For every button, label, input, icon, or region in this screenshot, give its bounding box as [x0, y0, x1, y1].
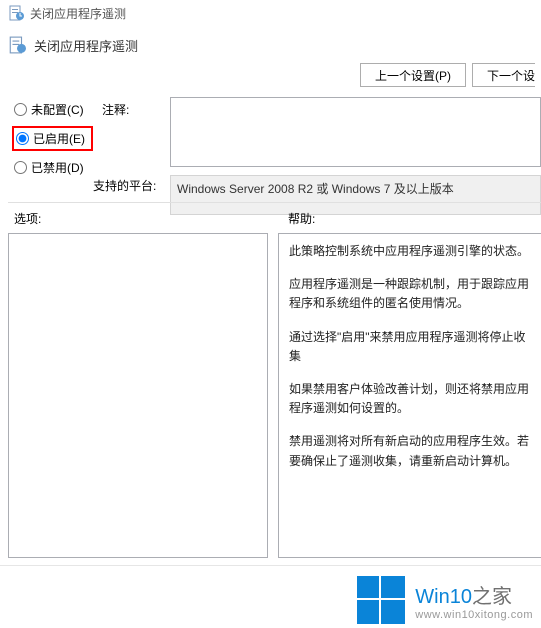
supported-box: Windows Server 2008 R2 或 Windows 7 及以上版本: [170, 175, 541, 215]
radio-disabled-input[interactable]: [14, 161, 27, 174]
supported-label: 支持的平台:: [93, 177, 156, 194]
bottom-divider: [0, 565, 541, 566]
policy-name: 关闭应用程序遥测: [34, 36, 533, 55]
help-p1: 此策略控制系统中应用程序遥测引擎的状态。: [289, 242, 531, 261]
lower-headers: 选项: 帮助:: [8, 210, 541, 233]
help-p5: 禁用遥测将对所有新启动的应用程序生效。若要确保止了遥测收集，请重新启动计算机。: [289, 432, 531, 470]
windows-logo-icon: [357, 576, 405, 624]
policy-header: 关闭应用程序遥测: [0, 26, 541, 55]
supported-text: Windows Server 2008 R2 或 Windows 7 及以上版本: [177, 182, 454, 196]
radio-group: 未配置(C) 已启用(E) 已禁用(D): [14, 101, 87, 176]
highlight-box: 已启用(E): [12, 126, 93, 151]
help-box: 此策略控制系统中应用程序遥测引擎的状态。 应用程序遥测是一种跟踪机制，用于跟踪应…: [278, 233, 541, 558]
watermark-brand-left: Win10: [415, 586, 472, 608]
nav-buttons: 上一个设置(P) 下一个设: [0, 55, 541, 97]
watermark: Win10之家 www.win10xitong.com: [357, 576, 533, 624]
window-title: 关闭应用程序遥测: [30, 5, 126, 22]
divider: [8, 202, 541, 203]
help-p2: 应用程序遥测是一种跟踪机制，用于跟踪应用程序和系统组件的匿名使用情况。: [289, 275, 531, 313]
lower-section: 选项: 帮助: 此策略控制系统中应用程序遥测引擎的状态。 应用程序遥测是一种跟踪…: [8, 210, 541, 558]
radio-disabled-label: 已禁用(D): [31, 159, 84, 176]
options-header: 选项:: [8, 210, 278, 227]
watermark-brand-right: 之家: [472, 586, 512, 608]
help-p3: 通过选择"启用"来禁用应用程序遥测将停止收集: [289, 328, 531, 366]
lower-body: 此策略控制系统中应用程序遥测引擎的状态。 应用程序遥测是一种跟踪机制，用于跟踪应…: [8, 233, 541, 558]
policy-header-icon: [8, 36, 26, 54]
radio-not-configured-label: 未配置(C): [31, 101, 84, 118]
watermark-brand: Win10之家: [415, 580, 533, 609]
radio-enabled[interactable]: 已启用(E): [16, 130, 85, 147]
help-p4: 如果禁用客户体验改善计划，则还将禁用应用程序遥测如何设置的。: [289, 380, 531, 418]
comment-label: 注释:: [102, 101, 129, 118]
help-header: 帮助:: [278, 210, 541, 227]
radio-enabled-input[interactable]: [16, 132, 29, 145]
watermark-text: Win10之家 www.win10xitong.com: [415, 580, 533, 621]
watermark-url: www.win10xitong.com: [415, 609, 533, 621]
prev-setting-button[interactable]: 上一个设置(P): [360, 63, 466, 87]
policy-icon: [8, 5, 24, 21]
title-bar: 关闭应用程序遥测: [0, 0, 541, 26]
radio-disabled[interactable]: 已禁用(D): [14, 159, 87, 176]
next-setting-button[interactable]: 下一个设: [472, 63, 535, 87]
settings-area: 未配置(C) 已启用(E) 已禁用(D) 注释: 支持的平台: Windows …: [0, 97, 541, 101]
radio-not-configured[interactable]: 未配置(C): [14, 101, 87, 118]
radio-not-configured-input[interactable]: [14, 103, 27, 116]
comment-input[interactable]: [170, 97, 541, 167]
options-box[interactable]: [8, 233, 268, 558]
radio-enabled-label: 已启用(E): [33, 130, 85, 147]
